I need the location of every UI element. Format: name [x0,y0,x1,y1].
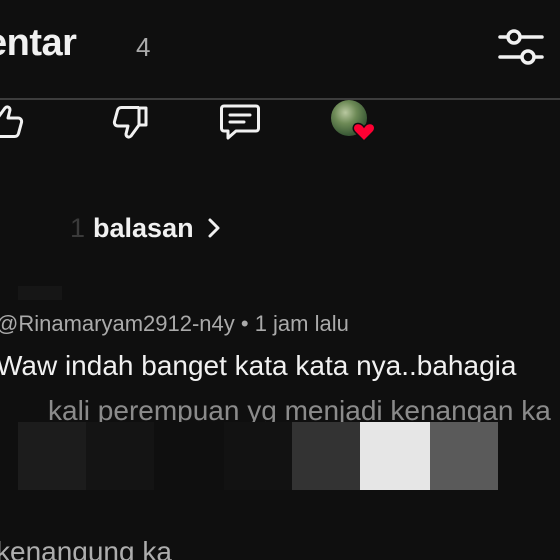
view-replies-button[interactable]: 1 balasan [70,208,224,248]
blur-block [86,422,154,490]
replies-label: balasan [93,212,194,243]
heart-icon [352,122,376,142]
comment-author-time[interactable]: @Rinamaryam2912-n4y • 1 jam lalu [0,311,349,337]
creator-heart [330,100,378,144]
blur-block [360,422,430,490]
blur-block [154,422,224,490]
header-divider [0,98,560,100]
next-comment-text: kenangung ka [0,536,172,560]
like-button[interactable] [0,100,28,144]
comments-panel: entar 4 [0,0,560,560]
comments-header: entar 4 [0,0,560,96]
sliders-icon [498,29,544,65]
blur-block [224,422,292,490]
chevron-right-icon [208,218,220,238]
commenter-avatar[interactable] [18,286,62,300]
comment-text: Waw indah banget kata kata nya..bahagia [0,350,517,381]
obscured-region [0,422,560,490]
comment-icon [220,104,260,140]
blur-block [18,422,86,490]
comments-title: entar [0,22,77,64]
dislike-button[interactable] [108,100,152,144]
thumbs-up-icon [0,105,24,138]
thumbs-down-icon [112,106,148,139]
comments-count: 4 [136,32,151,62]
reply-button[interactable] [218,100,262,144]
replies-count: 1 [70,212,86,243]
blur-block [292,422,360,490]
blur-block [430,422,498,490]
filter-button[interactable] [494,22,548,72]
